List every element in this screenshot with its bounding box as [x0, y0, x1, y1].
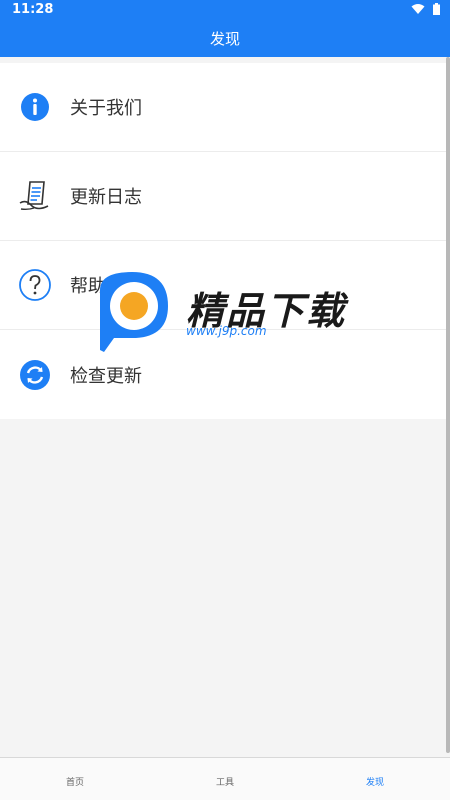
battery-icon [433, 3, 440, 15]
menu-item-changelog[interactable]: 更新日志 [0, 152, 446, 241]
info-icon [18, 90, 52, 124]
scrollbar[interactable] [446, 57, 450, 753]
system-icons [411, 3, 440, 15]
watermark: 精品下载 www.j9p.com [94, 270, 354, 360]
status-bar: 11:28 [0, 0, 450, 20]
watermark-logo [100, 272, 168, 352]
help-icon [18, 268, 52, 302]
content-area: 关于我们 更新日志 检查更新 [0, 57, 446, 757]
watermark-url: www.j9p.com [186, 324, 267, 338]
app-bar: 发现 [0, 20, 450, 57]
menu-item-label: 检查更新 [70, 365, 142, 387]
tab-home[interactable]: 首页 [0, 758, 150, 800]
menu-item-about[interactable]: 关于我们 [0, 63, 446, 152]
tab-tools[interactable]: 工具 [150, 758, 300, 800]
menu-card: 关于我们 更新日志 检查更新 [0, 63, 446, 419]
page-title: 发现 [209, 30, 240, 48]
menu-item-label: 关于我们 [70, 98, 142, 119]
wifi-icon [411, 4, 425, 14]
refresh-icon [18, 358, 52, 392]
menu-item-label: 更新日志 [70, 187, 142, 208]
bottom-nav: 首页 工具 发现 [0, 757, 450, 800]
tab-discover[interactable]: 发现 [300, 758, 450, 800]
status-time: 11:28 [12, 2, 54, 17]
changelog-icon [18, 179, 52, 213]
